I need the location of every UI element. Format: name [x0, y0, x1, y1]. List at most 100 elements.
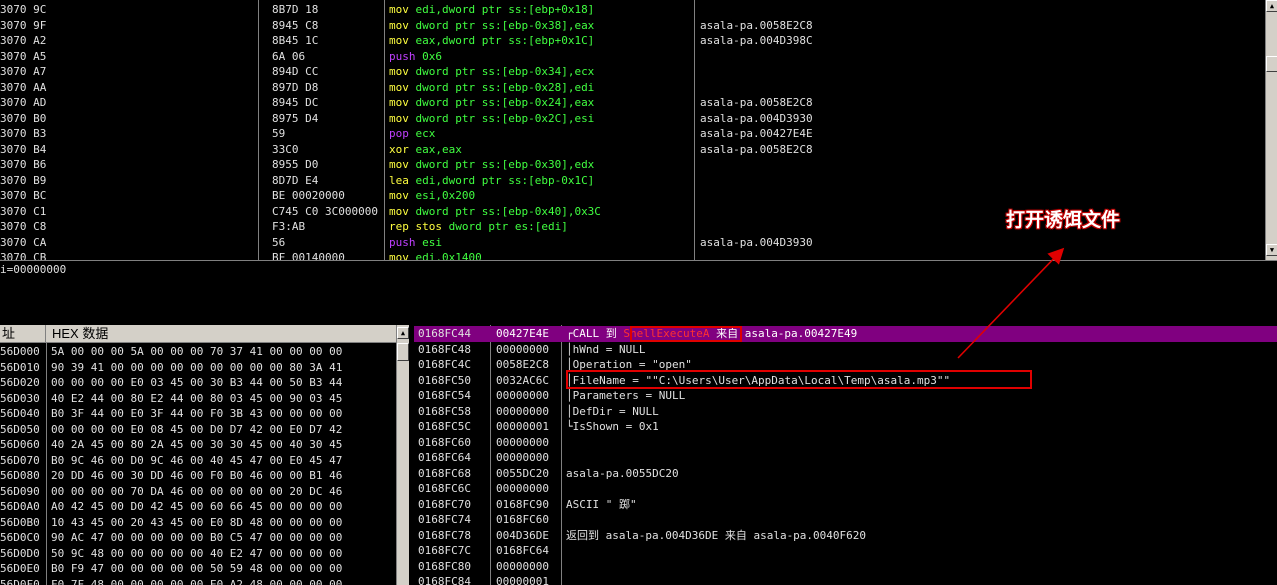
disasm-hex: 6A 06	[272, 49, 306, 63]
disasm-row[interactable]: 3070 A5 6A 06 push 0x6	[0, 49, 1265, 64]
stack-address: 0168FC7C	[418, 544, 471, 557]
stack-address: 0168FC68	[418, 466, 471, 480]
stack-value: 0055DC20	[496, 466, 549, 480]
disasm-row[interactable]: 3070 A2 8B45 1C mov eax,dword ptr ss:[ebp+…	[0, 33, 1265, 48]
dump-header-address[interactable]: 址	[0, 325, 46, 342]
disasm-opcode: pop	[389, 127, 409, 140]
stack-comment-text: │DefDir = NULL	[566, 404, 659, 418]
disasm-instruction: mov dword ptr ss:[ebp-0x30],edx	[389, 157, 689, 172]
disasm-instruction: mov dword ptr ss:[ebp-0x38],eax	[389, 18, 689, 33]
scrollbar-thumb[interactable]	[397, 343, 409, 361]
disasm-row[interactable]: 3070 B3 59 pop ecx asala-pa.00427E4E	[0, 126, 1265, 141]
disasm-comment: asala-pa.00427E4E	[700, 127, 813, 140]
stack-row[interactable]: 0168FC64 00000000	[414, 450, 1277, 466]
disasm-hex: 8B45 1C	[272, 34, 319, 47]
disasm-row[interactable]: 3070 CB BF 00140000 mov edi,0x1400	[0, 250, 1265, 260]
stack-row[interactable]: 0168FC6C 00000000	[414, 481, 1277, 497]
disasm-row[interactable]: 3070 9C 8B7D 18 mov edi,dword ptr ss:[ebp+…	[0, 2, 1265, 17]
stack-comment-text: 返回到 asala-pa.004D36DE 来自 asala-pa.0040F6…	[566, 528, 867, 542]
disasm-row[interactable]: 3070 9F 8945 C8 mov dword ptr ss:[ebp-0x38…	[0, 18, 1265, 33]
disasm-address: 3070 A5	[0, 49, 47, 63]
stack-comment-text: asala-pa.0055DC20	[566, 466, 679, 480]
scrollbar-thumb[interactable]	[1266, 56, 1277, 72]
dump-header-hex[interactable]: HEX 数据	[48, 325, 396, 342]
disasm-address: 3070 C1	[0, 204, 47, 218]
disasm-opcode: mov	[389, 3, 409, 16]
disasm-row[interactable]: 3070 CA 56 push esi asala-pa.004D3930	[0, 235, 1265, 250]
scroll-up-arrow-icon[interactable]: ▲	[397, 327, 409, 339]
disasm-address: 3070 AA	[0, 80, 47, 94]
stack-row[interactable]: 0168FC5C 00000001 └IsShown = 0x1	[414, 419, 1277, 435]
disasm-hex: C745 C0 3C000000	[272, 204, 378, 218]
disasm-row[interactable]: 3070 B9 8D7D E4 lea edi,dword ptr ss:[ebp-…	[0, 173, 1265, 188]
hex-dump-pane[interactable]: 址 HEX 数据 56D000 5A 00 00 00 5A 00 00 00 7…	[0, 325, 412, 585]
dump-bytes: B0 F9 47 00 00 00 00 00 50 59 48 00 00 0…	[51, 562, 343, 575]
stack-row[interactable]: 0168FC68 0055DC20 asala-pa.0055DC20	[414, 466, 1277, 482]
dump-address: 56D0C0	[0, 531, 40, 544]
disasm-opcode: mov	[389, 204, 409, 218]
disasm-row[interactable]: 3070 AA 897D D8 mov dword ptr ss:[ebp-0x28…	[0, 80, 1265, 95]
stack-address: 0168FC74	[418, 513, 471, 526]
disasm-hex: 894D CC	[272, 65, 319, 78]
stack-row[interactable]: 0168FC78 004D36DE 返回到 asala-pa.004D36DE 来自…	[414, 528, 1277, 544]
disasm-instruction: pop ecx	[389, 126, 689, 141]
stack-row[interactable]: 0168FC54 00000000 │Parameters = NULL	[414, 388, 1277, 404]
stack-row[interactable]: 0168FC60 00000000	[414, 435, 1277, 451]
stack-comment: 返回到 asala-pa.004D36DE 来自 asala-pa.0040F6…	[566, 528, 1266, 544]
stack-value: 00000000	[496, 389, 549, 402]
disasm-instruction: mov dword ptr ss:[ebp-0x28],edi	[389, 80, 689, 95]
disasm-row[interactable]: 3070 BC BE 00020000 mov esi,0x200	[0, 188, 1265, 203]
disasm-comment: asala-pa.0058E2C8	[700, 142, 813, 156]
dump-scrollbar[interactable]: ▲	[396, 325, 409, 585]
disasm-address: 3070 CB	[0, 251, 47, 260]
dump-address: 56D040	[0, 407, 40, 420]
disassembly-scrollbar[interactable]: ▲ ▼	[1265, 0, 1277, 260]
stack-row[interactable]: 0168FC74 0168FC60	[414, 512, 1277, 528]
stack-pane[interactable]: 0168FC44 00427E4E ┌CALL 到 ShellExecuteA 来自…	[414, 325, 1277, 585]
disasm-address: 3070 A2	[0, 34, 47, 47]
dump-bytes: 00 00 00 00 E0 08 45 00 D0 D7 42 00 E0 D…	[51, 422, 343, 436]
disasm-address: 3070 9C	[0, 3, 47, 16]
disasm-comment: asala-pa.004D3930	[700, 111, 813, 125]
disasm-instruction: mov esi,0x200	[389, 188, 689, 203]
disasm-opcode: push	[389, 235, 416, 249]
stack-comment-text: └IsShown = 0x1	[566, 420, 659, 433]
disasm-row[interactable]: 3070 B6 8955 D0 mov dword ptr ss:[ebp-0x30…	[0, 157, 1265, 172]
disasm-opcode: rep stos	[389, 220, 442, 233]
disasm-hex: BE 00020000	[272, 189, 345, 202]
dump-bytes: 10 43 45 00 20 43 45 00 E0 8D 48 00 00 0…	[51, 515, 343, 529]
dump-bytes: 40 2A 45 00 80 2A 45 00 30 30 45 00 40 3…	[51, 438, 343, 451]
disasm-operands: ecx	[415, 127, 436, 140]
disasm-opcode: lea	[389, 173, 409, 187]
scroll-down-arrow-icon[interactable]: ▼	[1266, 244, 1277, 256]
disasm-row[interactable]: 3070 A7 894D CC mov dword ptr ss:[ebp-0x34…	[0, 64, 1265, 79]
disasm-hex: 59	[272, 127, 286, 140]
stack-comment: └IsShown = 0x1	[566, 419, 1266, 435]
disasm-row[interactable]: 3070 B4 33C0 xor eax,eax asala-pa.0058E2C8	[0, 142, 1265, 157]
disasm-operands: edi,dword ptr ss:[ebp-0x1C]	[415, 173, 595, 187]
disasm-hex: 8975 D4	[272, 111, 319, 125]
dump-address: 56D0E0	[0, 562, 40, 575]
stack-comment: ASCII " 踯"	[566, 497, 1266, 513]
disasm-opcode: mov	[389, 189, 409, 202]
stack-comment-text: ASCII " 踯"	[566, 497, 637, 511]
stack-value: 0168FC90	[496, 497, 549, 511]
scroll-up-arrow-icon[interactable]: ▲	[1266, 0, 1277, 12]
stack-row[interactable]: 0168FC7C 0168FC64	[414, 543, 1277, 559]
stack-address: 0168FC44	[418, 327, 471, 340]
stack-row[interactable]: 0168FC48 00000000 │hWnd = NULL	[414, 342, 1277, 358]
stack-row[interactable]: 0168FC84 00000001	[414, 574, 1277, 585]
stack-row[interactable]: 0168FC58 00000000 │DefDir = NULL	[414, 404, 1277, 420]
dump-bytes: 00 00 00 00 70 DA 46 00 00 00 00 00 20 D…	[51, 484, 343, 498]
stack-row[interactable]: 0168FC44 00427E4E ┌CALL 到 ShellExecuteA 来自…	[414, 326, 1277, 342]
stack-row[interactable]: 0168FC80 00000000	[414, 559, 1277, 575]
stack-address: 0168FC4C	[418, 358, 471, 371]
disasm-row[interactable]: 3070 B0 8975 D4 mov dword ptr ss:[ebp-0x2C…	[0, 111, 1265, 126]
disasm-address: 3070 AD	[0, 96, 47, 109]
disasm-row[interactable]: 3070 AD 8945 DC mov dword ptr ss:[ebp-0x24…	[0, 95, 1265, 110]
disasm-hex: 8945 C8	[272, 18, 319, 32]
disasm-address: 3070 B4	[0, 142, 47, 156]
stack-address: 0168FC64	[418, 451, 471, 464]
stack-comment: │DefDir = NULL	[566, 404, 1266, 420]
stack-row[interactable]: 0168FC70 0168FC90 ASCII " 踯"	[414, 497, 1277, 513]
